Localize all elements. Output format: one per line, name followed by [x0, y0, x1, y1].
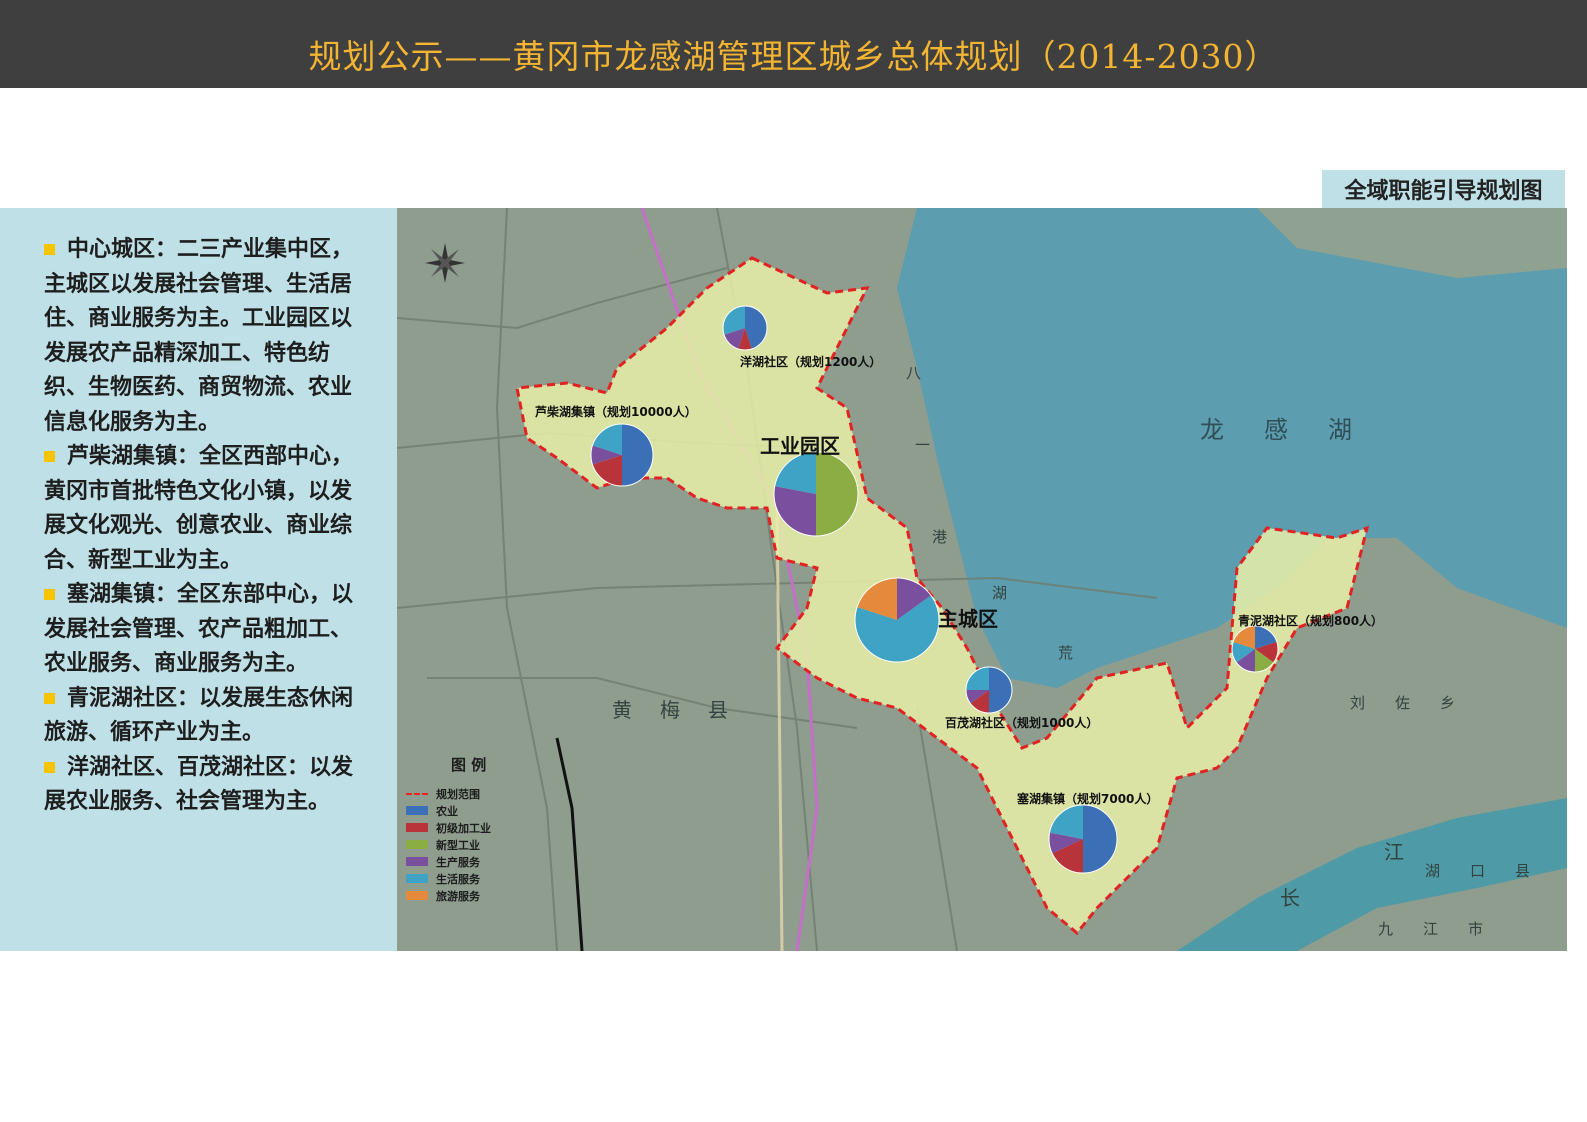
- label-industrial-park: 工业园区: [760, 434, 840, 458]
- desc-saihu: 塞湖集镇：全区东部中心，以发展社会管理、农产品粗加工、农业服务、商业服务为主。: [44, 577, 364, 681]
- desc-head: 青泥湖社区：: [67, 684, 200, 711]
- desc-head: 塞湖集镇：: [67, 581, 178, 607]
- north-arrow-icon: [425, 243, 465, 283]
- legend-new-industry: 新型工业: [406, 836, 536, 853]
- place-ba: 八: [906, 364, 952, 382]
- bullet-icon: [44, 692, 55, 704]
- legend-boundary: 规划范围: [406, 785, 536, 802]
- legend-agriculture: 农业: [406, 802, 536, 819]
- label-yanghu: 洋湖社区（规划1200人）: [740, 355, 882, 369]
- place-hu: 湖: [992, 584, 1038, 602]
- desc-head: 芦柴湖集镇：: [67, 443, 200, 469]
- pie-qingnihu[interactable]: [1231, 625, 1279, 673]
- page-title: 规划公示——黄冈市龙感湖管理区城乡总体规划（2014-2030）: [308, 37, 1279, 76]
- tourism-swatch: [406, 891, 428, 900]
- label-qingnihu: 青泥湖社区（规划800人）: [1238, 614, 1384, 628]
- pie-yanghu[interactable]: [722, 305, 768, 351]
- bullet-icon: [44, 451, 55, 462]
- pie-baimaohu[interactable]: [965, 666, 1013, 714]
- legend-label: 农业: [436, 804, 458, 818]
- pie-saihu[interactable]: [1048, 804, 1118, 874]
- place-jiujiang: 九江市: [1378, 920, 1514, 938]
- agriculture-swatch: [406, 806, 428, 815]
- pie-main-city[interactable]: [854, 577, 940, 663]
- bullet-icon: [44, 761, 55, 773]
- pie-industrial[interactable]: [773, 451, 859, 537]
- legend-label: 旅游服务: [436, 889, 480, 903]
- production-swatch: [406, 857, 428, 866]
- label-saihu: 塞湖集镇（规划7000人）: [1017, 792, 1159, 806]
- label-main-city: 主城区: [938, 607, 998, 631]
- bullet-icon: [44, 589, 55, 600]
- processing-swatch: [406, 823, 428, 832]
- desc-body: 二三产业集中区，主城区以发展社会管理、生活居住、商业服务为主。工业园区以发展农产…: [44, 236, 354, 435]
- place-huangmei: 黄梅县: [612, 698, 756, 722]
- label-luchaihu: 芦柴湖集镇（规划10000人）: [535, 405, 697, 419]
- legend-primary-processing: 初级加工业: [406, 819, 536, 836]
- legend-label: 规划范围: [436, 787, 480, 801]
- legend-label: 初级加工业: [436, 821, 491, 835]
- legend-tourism-service: 旅游服务: [406, 887, 536, 904]
- legend-production-service: 生产服务: [406, 853, 536, 870]
- pie-luchaihu[interactable]: [590, 423, 654, 487]
- lake-name: 龙感湖: [1200, 416, 1392, 444]
- legend-label: 生活服务: [436, 872, 480, 886]
- legend-label: 生产服务: [436, 855, 480, 869]
- desc-head: 中心城区：: [67, 236, 178, 262]
- industry-swatch: [406, 840, 428, 849]
- desc-central-city: 中心城区：二三产业集中区，主城区以发展社会管理、生活居住、商业服务为主。工业园区…: [44, 232, 364, 439]
- place-gang: 港: [932, 528, 978, 546]
- map-title-badge: 全域职能引导规划图: [1322, 170, 1565, 208]
- desc-qingnihu: 青泥湖社区：以发展生态休闲旅游、循环产业为主。: [44, 681, 364, 750]
- place-huang: 荒: [1058, 644, 1104, 662]
- legend-living-service: 生活服务: [406, 870, 536, 887]
- place-liuzuo: 刘佐乡: [1350, 694, 1486, 712]
- desc-yanghu-baimaohu: 洋湖社区、百茂湖社区：以发展农业服务、社会管理为主。: [44, 750, 364, 819]
- bullet-icon: [44, 244, 55, 255]
- label-baimaohu: 百茂湖社区（规划1000人）: [945, 716, 1099, 730]
- place-yi: 一: [915, 436, 961, 454]
- legend-label: 新型工业: [436, 838, 480, 852]
- desc-head: 洋湖社区、百茂湖社区：: [67, 753, 310, 780]
- living-swatch: [406, 874, 428, 883]
- desc-luchaihu: 芦柴湖集镇：全区西部中心，黄冈市首批特色文化小镇，以发展文化观光、创意农业、商业…: [44, 439, 364, 577]
- place-hukou: 湖口县: [1425, 862, 1561, 880]
- map-legend: 图 例 规划范围 农业 初级加工业 新型工业 生产服务 生活服务 旅游服务: [406, 754, 536, 904]
- place-chang: 长: [1280, 886, 1328, 910]
- description-text: 中心城区：二三产业集中区，主城区以发展社会管理、生活居住、商业服务为主。工业园区…: [44, 232, 364, 819]
- boundary-swatch: [406, 792, 428, 795]
- legend-title: 图 例: [451, 756, 487, 774]
